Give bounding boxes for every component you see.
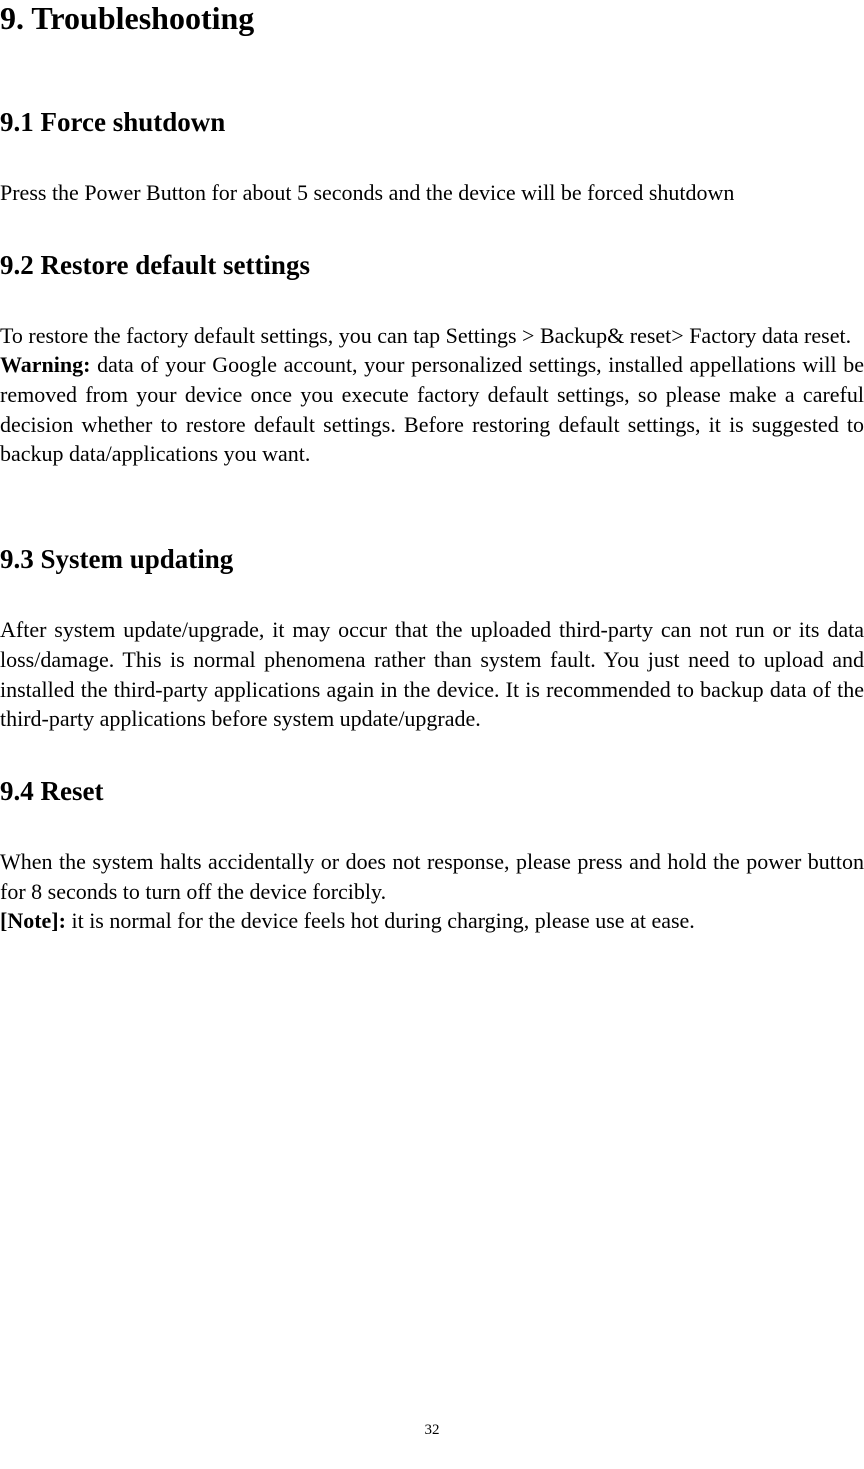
section-9-2-heading: 9.2 Restore default settings <box>0 250 864 281</box>
warning-body: data of your Google account, your person… <box>0 352 864 466</box>
section-9-1-body: Press the Power Button for about 5 secon… <box>0 178 864 208</box>
page-number: 32 <box>0 1422 864 1439</box>
section-9-3-heading: 9.3 System updating <box>0 544 864 575</box>
section-9-1-heading: 9.1 Force shutdown <box>0 107 864 138</box>
section-9-4-body: When the system halts accidentally or do… <box>0 847 864 936</box>
warning-label: Warning: <box>0 352 90 377</box>
section-9-2-warning: Warning: data of your Google account, yo… <box>0 350 864 469</box>
page-content: 9. Troubleshooting 9.1 Force shutdown Pr… <box>0 0 864 936</box>
section-9-3-body: After system update/upgrade, it may occu… <box>0 615 864 734</box>
section-9-2-intro: To restore the factory default settings,… <box>0 321 864 351</box>
reset-body: When the system halts accidentally or do… <box>0 849 864 904</box>
note-body: it is normal for the device feels hot du… <box>66 908 695 933</box>
chapter-heading: 9. Troubleshooting <box>0 0 864 37</box>
note-label: [Note]: <box>0 908 66 933</box>
document-page: 9. Troubleshooting 9.1 Force shutdown Pr… <box>0 0 864 1469</box>
section-9-4-heading: 9.4 Reset <box>0 776 864 807</box>
